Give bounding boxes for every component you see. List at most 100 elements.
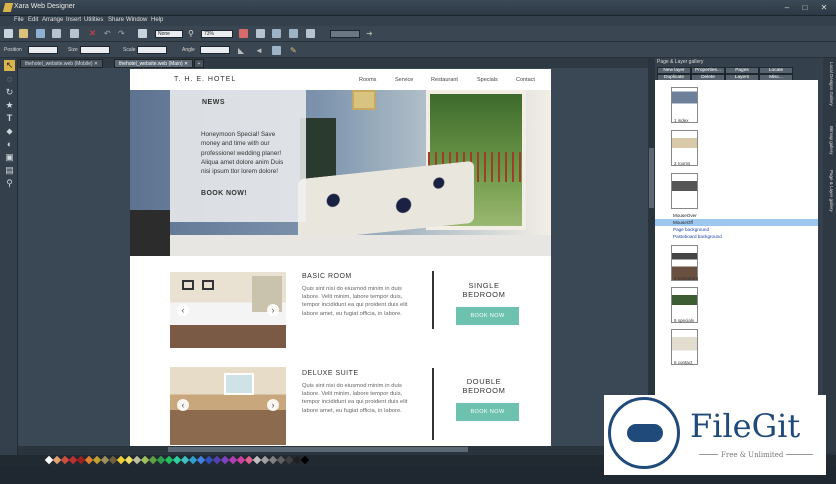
transparency-tool-icon[interactable]: ◐	[4, 139, 15, 150]
blend-mode-select[interactable]: None	[155, 30, 183, 38]
shadow-tool-icon[interactable]: ▤	[4, 165, 15, 176]
scale-field[interactable]	[137, 46, 167, 54]
zoom-select[interactable]: 73%	[201, 30, 233, 38]
prev-arrow-icon[interactable]: ‹	[177, 304, 189, 316]
undo-icon[interactable]: ↶	[104, 29, 113, 38]
publish-icon[interactable]	[289, 29, 298, 38]
maximize-icon[interactable]: □	[798, 2, 812, 13]
layer-row[interactable]: Pasteboard background	[655, 233, 818, 240]
layer-row-selected[interactable]: MouseOff	[655, 219, 818, 226]
new-icon[interactable]	[4, 29, 13, 38]
lock-aspect-icon[interactable]	[272, 46, 281, 55]
save-icon[interactable]	[36, 29, 45, 38]
hero-section: NEWS Honeymoon Special! Save money and t…	[130, 90, 551, 256]
prev-arrow-icon[interactable]: ‹	[177, 399, 189, 411]
nav-service[interactable]: Service	[395, 77, 413, 83]
room-text-deluxe: Quis sint nisi do eiusmod minim in duis …	[302, 383, 408, 414]
tag-icon[interactable]: ✎	[290, 46, 299, 55]
site-header: T. H. E. HOTEL Rooms Service Restaurant …	[130, 69, 551, 90]
zoom-icon[interactable]: ⚲	[188, 29, 197, 38]
tab-main[interactable]: thehotel_website.web (Main) ✕	[114, 59, 194, 68]
new-tab-button[interactable]: +	[194, 59, 204, 68]
layer-row[interactable]: Page background	[655, 226, 818, 233]
minimize-icon[interactable]: –	[780, 2, 794, 13]
book-button-double[interactable]: BOOK NOW	[456, 403, 519, 421]
page-thumb-service[interactable]	[671, 173, 698, 209]
nav-rooms[interactable]: Rooms	[359, 77, 376, 83]
new-layer-button[interactable]: New layer	[657, 67, 691, 74]
menu-help[interactable]: Help	[151, 17, 163, 23]
scroll-thumb[interactable]	[168, 447, 468, 452]
layer-name: MouseOver	[673, 213, 697, 218]
photo-tool-icon[interactable]: ▣	[4, 152, 15, 163]
side-tab-page-layer[interactable]: Page & Layer gallery	[825, 170, 834, 212]
next-arrow-icon[interactable]: ›	[267, 304, 279, 316]
tab-mobile[interactable]: thehotel_website.web (Mobile) ✕	[20, 59, 104, 68]
redo-icon[interactable]: ↷	[118, 29, 127, 38]
filegit-logo-icon	[608, 397, 680, 469]
selector-tool-icon[interactable]: ↖	[4, 60, 15, 71]
transform-icon[interactable]	[138, 29, 147, 38]
go-arrow-icon[interactable]: ➜	[366, 29, 375, 38]
rotate-left-icon[interactable]: ◣	[238, 46, 247, 55]
open-icon[interactable]	[19, 29, 28, 38]
pages-button[interactable]: Pages	[725, 67, 759, 74]
document-tabs: thehotel_website.web (Mobile) ✕ thehotel…	[18, 58, 648, 68]
room-text-basic: Quis sint nisi do eiusmod minim in duis …	[302, 286, 408, 317]
page-label-specials: 5 specials	[674, 318, 695, 323]
room-divider	[432, 271, 434, 329]
flip-icon[interactable]: ◄	[255, 46, 264, 55]
menu-edit[interactable]: Edit	[28, 17, 38, 23]
zoom-tool-icon[interactable]: ⚲	[4, 178, 15, 189]
properties-button[interactable]: Properties...	[691, 67, 725, 74]
menu-window[interactable]: Window	[126, 17, 147, 23]
swatch[interactable]	[300, 455, 310, 465]
scroll-thumb[interactable]	[649, 148, 654, 208]
nav-contact[interactable]: Contact	[516, 77, 535, 83]
zoom-page-icon[interactable]	[256, 29, 265, 38]
angle-field[interactable]	[200, 46, 230, 54]
shape-tool-icon[interactable]: ★	[4, 100, 15, 111]
delete-icon[interactable]: ✕	[88, 29, 97, 38]
fill-tool-icon[interactable]: ⬥	[4, 126, 15, 137]
locate-button[interactable]: Locate	[759, 67, 793, 74]
menu-arrange[interactable]: Arrange	[42, 17, 63, 23]
close-icon[interactable]: ✕	[817, 2, 831, 13]
menu-file[interactable]: File	[14, 17, 24, 23]
nav-restaurant[interactable]: Restaurant	[431, 77, 458, 83]
info-bar: Position Size Scale Angle ◣ ◄ ✎	[0, 42, 836, 58]
frame-right	[202, 280, 214, 290]
rotate-tool-icon[interactable]: ↻	[4, 87, 15, 98]
filegit-watermark: FileGit Free & Unlimited	[604, 395, 826, 475]
main-toolbar: ✕ ↶ ↷ None ⚲ 73% ➜	[0, 26, 836, 42]
tool-panel: ↖ ◌ ↻ ★ T ⬥ ◐ ▣ ▤ ⚲	[0, 58, 18, 456]
nav-specials[interactable]: Specials	[477, 77, 498, 83]
angle-label: Angle	[182, 47, 195, 53]
page-label-index: 1 index	[674, 118, 689, 123]
side-tab-local-designs[interactable]: Local Designs Gallery	[825, 62, 834, 106]
page-layer-gallery: Page & Layer gallery New layer Propertie…	[655, 58, 823, 453]
menu-utilities[interactable]: Utilities	[84, 17, 103, 23]
size-w-field[interactable]	[80, 46, 110, 54]
contour-tool-icon[interactable]: ◌	[4, 74, 15, 85]
menu-insert[interactable]: Insert	[66, 17, 81, 23]
next-arrow-icon[interactable]: ›	[267, 399, 279, 411]
menu-share[interactable]: Share	[108, 17, 124, 23]
web-properties-icon[interactable]	[306, 29, 315, 38]
room-photo-deluxe: ‹ ›	[170, 367, 286, 445]
copy-icon[interactable]	[70, 29, 79, 38]
horizontal-scrollbar[interactable]	[18, 446, 648, 453]
import-icon[interactable]	[52, 29, 61, 38]
zoom-fit-icon[interactable]	[239, 29, 248, 38]
preview-icon[interactable]	[272, 29, 281, 38]
cloud-shape	[627, 424, 663, 442]
hero-book-button[interactable]: BOOK NOW!	[201, 190, 247, 197]
layer-name: Page background	[673, 227, 710, 232]
layer-row[interactable]: MouseOver	[655, 212, 818, 219]
web-page[interactable]: T. H. E. HOTEL Rooms Service Restaurant …	[130, 69, 551, 447]
position-x-field[interactable]	[28, 46, 58, 54]
book-button-single[interactable]: BOOK NOW	[456, 307, 519, 325]
text-tool-icon[interactable]: T	[4, 113, 15, 124]
side-tab-bitmap[interactable]: Bitmap gallery	[825, 126, 834, 155]
search-field[interactable]	[330, 30, 360, 38]
